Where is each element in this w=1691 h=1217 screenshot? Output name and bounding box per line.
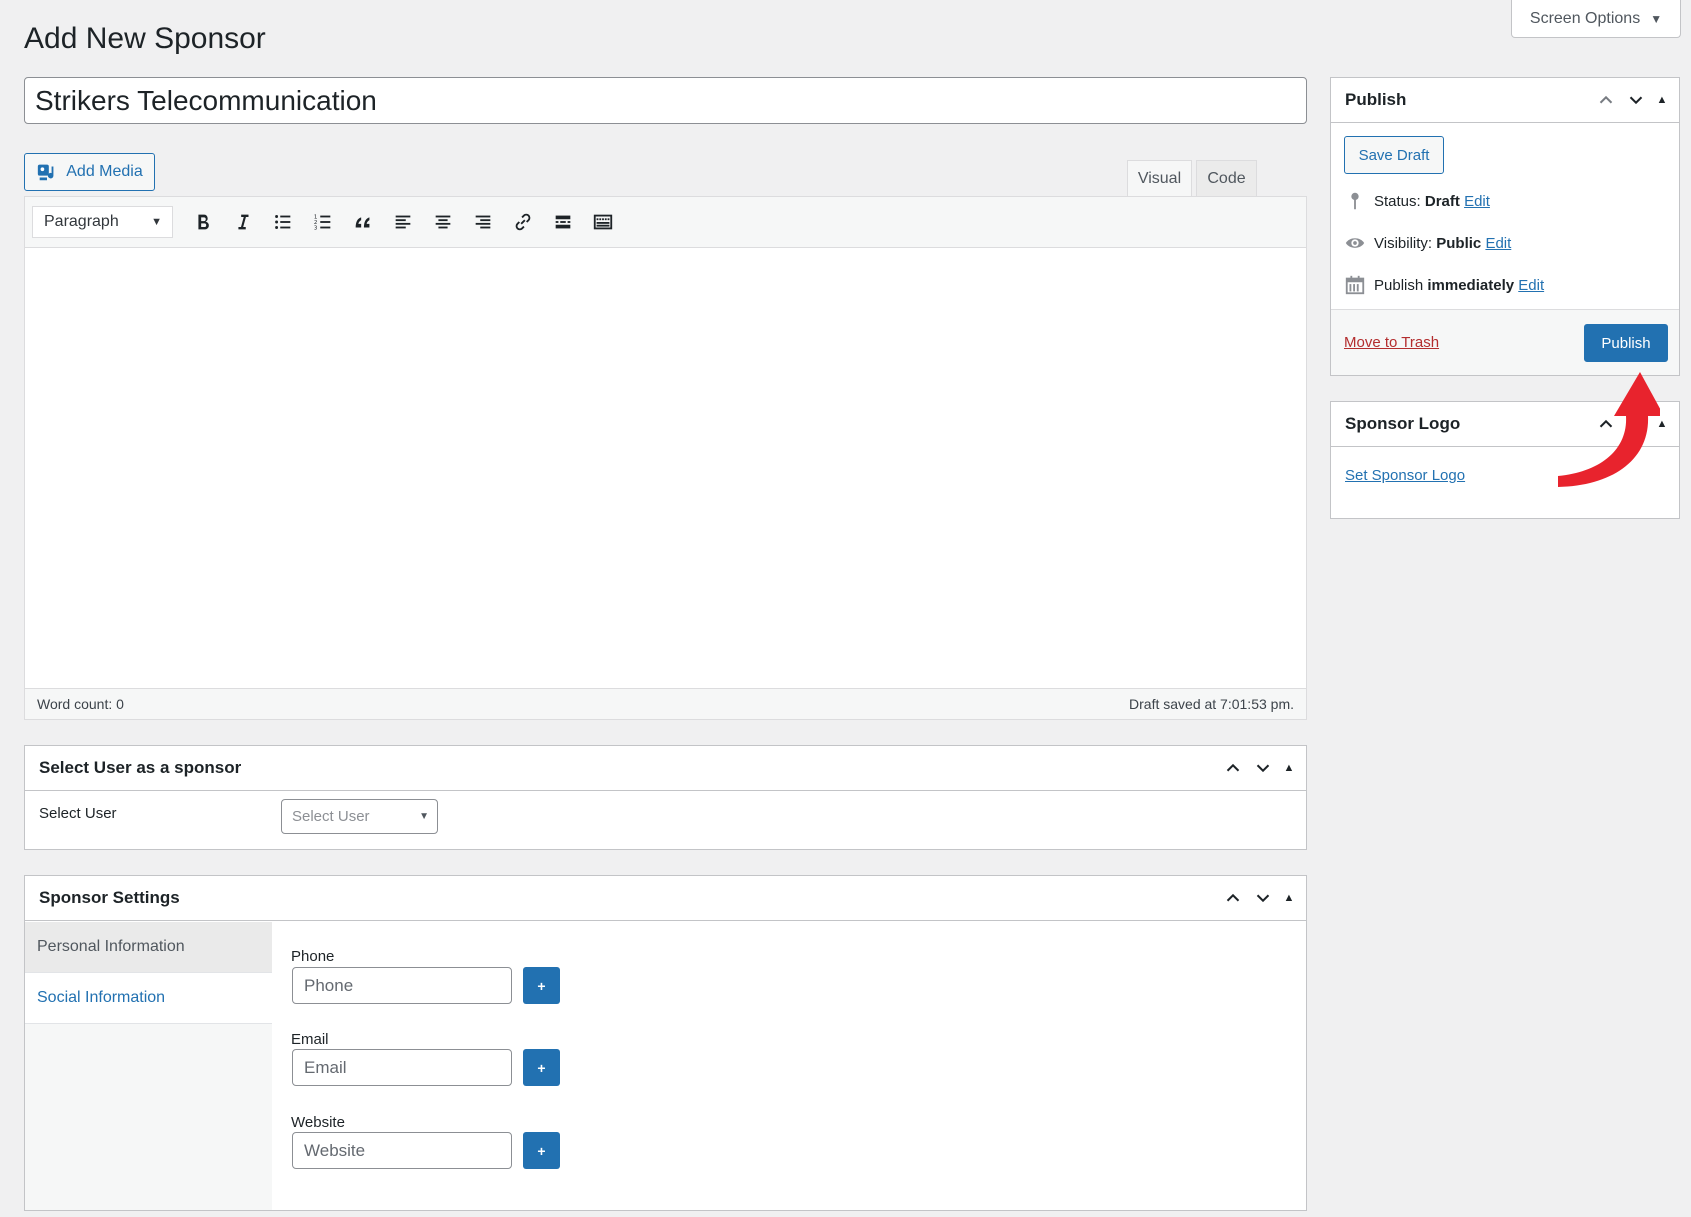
postbox-title: Sponsor Logo [1345, 414, 1461, 433]
tab-personal-information[interactable]: Personal Information [25, 922, 272, 973]
tab-visual[interactable]: Visual [1127, 160, 1192, 197]
status-row: Status: Draft Edit [1344, 190, 1490, 212]
save-draft-button[interactable]: Save Draft [1344, 136, 1444, 174]
content-editor: Paragraph ▼ 123 Word count: 0 Draft save… [24, 196, 1307, 720]
add-website-button[interactable]: + [523, 1132, 560, 1169]
align-center-icon[interactable] [423, 204, 463, 240]
move-down-icon[interactable] [1625, 89, 1647, 111]
sponsor-settings-postbox: Sponsor Settings ▲ Personal Information … [24, 875, 1307, 1211]
add-media-button[interactable]: Add Media [24, 153, 155, 191]
collapse-toggle-icon[interactable]: ▲ [1282, 762, 1296, 774]
postbox-title: Sponsor Settings [39, 888, 180, 907]
move-up-icon[interactable] [1595, 89, 1617, 111]
tab-social-information[interactable]: Social Information [25, 973, 272, 1024]
add-email-button[interactable]: + [523, 1049, 560, 1086]
website-field[interactable]: Website [292, 1132, 512, 1169]
schedule-row: Publish immediately Edit [1344, 274, 1544, 296]
website-label: Website [291, 1114, 345, 1131]
align-right-icon[interactable] [463, 204, 503, 240]
settings-nav: Personal Information Social Information [25, 922, 272, 1210]
visibility-value: Public [1436, 234, 1482, 252]
edit-schedule-link[interactable]: Edit [1518, 277, 1544, 294]
visibility-row: Visibility: Public Edit [1344, 232, 1511, 254]
status-value: Draft [1424, 192, 1460, 210]
read-more-icon[interactable] [543, 204, 583, 240]
postbox-title: Publish [1345, 90, 1407, 109]
email-field[interactable]: Email [292, 1049, 512, 1086]
move-down-icon[interactable] [1252, 757, 1274, 779]
format-select-value: Paragraph [44, 213, 119, 230]
caret-down-icon: ▼ [1650, 11, 1663, 26]
email-label: Email [291, 1031, 329, 1048]
tab-code[interactable]: Code [1196, 160, 1257, 196]
add-media-label: Add Media [66, 163, 143, 180]
svg-text:3: 3 [314, 225, 318, 231]
publish-value: immediately [1427, 276, 1515, 294]
screen-options-button[interactable]: Screen Options ▼ [1511, 0, 1681, 38]
bold-icon[interactable] [183, 204, 223, 240]
post-title-input[interactable]: Strikers Telecommunication [24, 77, 1307, 124]
collapse-toggle-icon[interactable]: ▲ [1655, 94, 1669, 106]
calendar-icon [1345, 275, 1365, 295]
eye-icon [1345, 238, 1365, 248]
publish-label: Publish [1374, 276, 1424, 294]
select-user-placeholder: Select User [292, 808, 370, 825]
chevron-down-icon: ▼ [419, 811, 429, 822]
postbox-header: Select User as a sponsor ▲ [25, 746, 1306, 791]
link-icon[interactable] [503, 204, 543, 240]
select-user-label: Select User [39, 805, 117, 822]
phone-label: Phone [291, 948, 335, 965]
select-user-dropdown[interactable]: Select User ▼ [281, 799, 438, 834]
edit-status-link[interactable]: Edit [1464, 193, 1490, 210]
move-up-icon[interactable] [1222, 757, 1244, 779]
publish-postbox: Publish ▲ Save Draft Status: Draft Edit … [1330, 77, 1680, 376]
collapse-toggle-icon[interactable]: ▲ [1282, 892, 1296, 904]
draft-saved-status: Draft saved at 7:01:53 pm. [1129, 696, 1294, 712]
annotation-arrow-icon [1558, 372, 1660, 487]
media-icon [38, 164, 54, 181]
phone-field[interactable]: Phone [292, 967, 512, 1004]
status-label: Status: [1374, 192, 1421, 210]
editor-statusbar: Word count: 0 Draft saved at 7:01:53 pm. [25, 688, 1306, 719]
move-up-icon[interactable] [1222, 887, 1244, 909]
word-count: Word count: 0 [37, 696, 124, 712]
edit-visibility-link[interactable]: Edit [1485, 235, 1511, 252]
chevron-down-icon: ▼ [151, 216, 162, 228]
numbered-list-icon[interactable]: 123 [303, 204, 343, 240]
align-left-icon[interactable] [383, 204, 423, 240]
postbox-header: Publish ▲ [1331, 78, 1679, 123]
format-select[interactable]: Paragraph ▼ [32, 206, 173, 238]
blockquote-icon[interactable] [343, 204, 383, 240]
set-sponsor-logo-link[interactable]: Set Sponsor Logo [1345, 467, 1465, 484]
bullet-list-icon[interactable] [263, 204, 303, 240]
add-phone-button[interactable]: + [523, 967, 560, 1004]
toolbar-toggle-icon[interactable] [583, 204, 623, 240]
page-title: Add New Sponsor [24, 22, 266, 55]
visibility-label: Visibility: [1374, 234, 1433, 252]
screen-options-label: Screen Options [1529, 9, 1641, 27]
postbox-title: Select User as a sponsor [39, 758, 242, 777]
postbox-header: Sponsor Settings ▲ [25, 876, 1306, 921]
italic-icon[interactable] [223, 204, 263, 240]
editor-content-area[interactable] [25, 248, 1306, 689]
pin-icon [1351, 192, 1359, 210]
editor-toolbar: Paragraph ▼ 123 [25, 197, 1306, 248]
select-user-postbox: Select User as a sponsor ▲ Select User S… [24, 745, 1307, 850]
publish-button[interactable]: Publish [1584, 324, 1668, 362]
move-to-trash-link[interactable]: Move to Trash [1344, 334, 1439, 351]
move-down-icon[interactable] [1252, 887, 1274, 909]
